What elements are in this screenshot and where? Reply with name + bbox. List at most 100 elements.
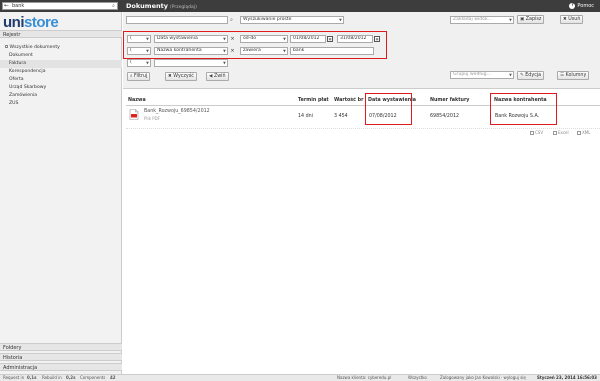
- logo-part-uni: uni: [3, 14, 25, 31]
- chevron-down-icon: ▼: [223, 37, 226, 41]
- rebuild-time-label: Rebuild in: [42, 375, 62, 380]
- filter-field-select[interactable]: ▼: [154, 59, 228, 67]
- sidebar-section-administration[interactable]: Administracja: [0, 363, 122, 371]
- paren-value: (: [130, 48, 132, 53]
- col-header-term[interactable]: Termin płat: [298, 97, 329, 104]
- search-icon[interactable]: ⌕: [228, 16, 235, 24]
- sidebar-item-all-documents[interactable]: Wszystkie dokumenty: [0, 44, 122, 52]
- chevron-down-icon: ▼: [283, 37, 286, 41]
- saved-view-select[interactable]: Zakładaj widok... ▼: [450, 16, 514, 24]
- request-time-label: Request in: [3, 375, 25, 380]
- sidebar-item-label: Wszystkie dokumenty: [9, 45, 60, 50]
- paren-select[interactable]: (▼: [127, 47, 151, 55]
- page-title-text: Dokumenty: [126, 2, 168, 10]
- paren-select[interactable]: (▼: [127, 35, 151, 43]
- chevron-down-icon: ▼: [146, 49, 149, 53]
- sidebar-item-orders[interactable]: Zamówienia: [0, 92, 122, 100]
- document-file-type: Plik PDF: [144, 116, 161, 121]
- components-label: Components: [80, 375, 106, 380]
- cell-invoice-no: 69854/2012: [430, 114, 460, 119]
- group-by-select[interactable]: Grupuj według... ▼: [450, 71, 514, 79]
- delete-label: Usuń: [568, 17, 581, 22]
- date-to-input[interactable]: 31/08/2012: [337, 35, 373, 43]
- contractor-filter-value: bank: [293, 48, 305, 53]
- search-mode-select[interactable]: Wyszukiwanie proste ▼: [240, 16, 344, 24]
- col-header-issue-date[interactable]: Data wystawienia: [368, 97, 416, 104]
- collapse-icon: ◀: [209, 74, 213, 79]
- col-header-invoice-no[interactable]: Numer faktury: [430, 97, 469, 104]
- global-search-input[interactable]: bank: [10, 3, 110, 9]
- sidebar-item-document[interactable]: Dokument: [0, 52, 122, 60]
- page-subtitle: (Przeglądaj): [169, 5, 197, 10]
- document-name-link[interactable]: Bank_Rozwoju_69854/2012: [144, 109, 210, 114]
- filter-operator-value: od-do: [243, 36, 257, 41]
- sidebar-register-list: Wszystkie dokumenty Dokument Faktura Kor…: [0, 44, 122, 108]
- global-search[interactable]: ← bank ⌕: [2, 2, 118, 10]
- export-csv-label: CSV: [535, 130, 544, 135]
- pdf-file-icon: [129, 109, 139, 120]
- export-csv-link[interactable]: CSV: [530, 130, 543, 135]
- search-icon[interactable]: ⌕: [110, 3, 117, 9]
- collapse-label: Zwiń: [213, 74, 226, 79]
- table-header-divider: [126, 105, 600, 106]
- remove-filter-icon[interactable]: ×: [230, 35, 235, 43]
- col-header-contractor[interactable]: Nazwa kontrahenta: [494, 97, 547, 104]
- scope-link[interactable]: Wszystko: [408, 375, 427, 381]
- sidebar-section-registers[interactable]: Rejestr: [0, 30, 122, 38]
- client-name: Nazwa klienta: cyberedu.pl: [337, 375, 392, 380]
- logo-part-store: store: [24, 14, 59, 31]
- contractor-filter-input[interactable]: bank: [290, 47, 374, 55]
- export-excel-link[interactable]: Excel: [553, 130, 569, 135]
- help-label: Pomoc: [577, 3, 594, 9]
- col-header-name[interactable]: Nazwa: [128, 97, 146, 104]
- page-title: Dokumenty (Przeglądaj): [126, 2, 197, 10]
- rebuild-time-value: 0,2s: [66, 375, 76, 380]
- remove-filter-icon[interactable]: ×: [230, 47, 235, 55]
- filter-field-value: Data wystawienia: [157, 36, 198, 41]
- user-info[interactable]: Zalogowany jako Jan Kowalski · wyloguj s…: [440, 375, 526, 381]
- date-from-input[interactable]: 01/08/2012: [290, 35, 326, 43]
- cell-value: 3 454: [334, 114, 348, 119]
- export-excel-label: Excel: [558, 130, 569, 135]
- sidebar-item-offer[interactable]: Oferta: [0, 76, 122, 84]
- saved-view-placeholder: Zakładaj widok...: [453, 17, 493, 22]
- calendar-icon[interactable]: ▦: [327, 36, 333, 42]
- sidebar-item-zus[interactable]: ZUS: [0, 100, 122, 108]
- filter-button[interactable]: ⌕ Filtruj: [127, 72, 151, 81]
- date-to-value: 31/08/2012: [340, 36, 367, 41]
- paren-select[interactable]: (▼: [127, 59, 151, 67]
- filter-operator-select[interactable]: od-do ▼: [240, 35, 288, 43]
- checkbox-icon: [5, 45, 8, 48]
- collapse-button[interactable]: ◀ Zwiń: [206, 72, 229, 81]
- save-view-button[interactable]: ▣ Zapisz: [517, 15, 545, 24]
- clear-button[interactable]: ✖ Wyczyść: [165, 72, 197, 81]
- sidebar-section-folders[interactable]: Foldery: [0, 343, 122, 351]
- back-arrow-icon[interactable]: ←: [3, 3, 10, 9]
- edit-button[interactable]: ✎ Edycja: [517, 71, 545, 80]
- filter-label: Filtruj: [134, 74, 148, 79]
- filter-operator-select[interactable]: zawiera ▼: [240, 47, 288, 55]
- calendar-icon[interactable]: ▦: [374, 36, 380, 42]
- col-header-value[interactable]: Wartość br: [334, 97, 364, 104]
- sidebar: unistore Rejestr Wszystkie dokumenty Dok…: [0, 12, 122, 374]
- export-xml-link[interactable]: XML: [577, 130, 590, 135]
- sidebar-item-invoice[interactable]: Faktura: [0, 60, 122, 68]
- delete-view-button[interactable]: ✖ Usuń: [560, 15, 584, 24]
- edit-icon: ✎: [520, 73, 524, 78]
- sidebar-item-tax-office[interactable]: Urząd Skarbowy: [0, 84, 122, 92]
- quick-search-input[interactable]: [126, 16, 228, 24]
- search-icon: ⌕: [130, 74, 133, 79]
- cell-issue-date: 07/08/2012: [369, 114, 397, 119]
- sidebar-item-correspondence[interactable]: Korespondencja: [0, 68, 122, 76]
- filter-field-select[interactable]: Data wystawienia ▼: [154, 35, 228, 43]
- chevron-down-icon: ▼: [146, 61, 149, 65]
- filter-field-select[interactable]: Nazwa kontrahenta ▼: [154, 47, 228, 55]
- sidebar-section-history[interactable]: Historia: [0, 353, 122, 361]
- help-link[interactable]: ? Pomoc: [569, 3, 594, 9]
- excel-icon: [553, 130, 557, 135]
- status-bar: Request in 0,1s Rebuild in 0,2s Componen…: [0, 374, 600, 381]
- edit-label: Edycja: [525, 73, 542, 78]
- paren-value: (: [130, 36, 132, 41]
- columns-button[interactable]: ☰ Kolumny: [557, 71, 590, 80]
- chevron-down-icon: ▼: [509, 18, 512, 22]
